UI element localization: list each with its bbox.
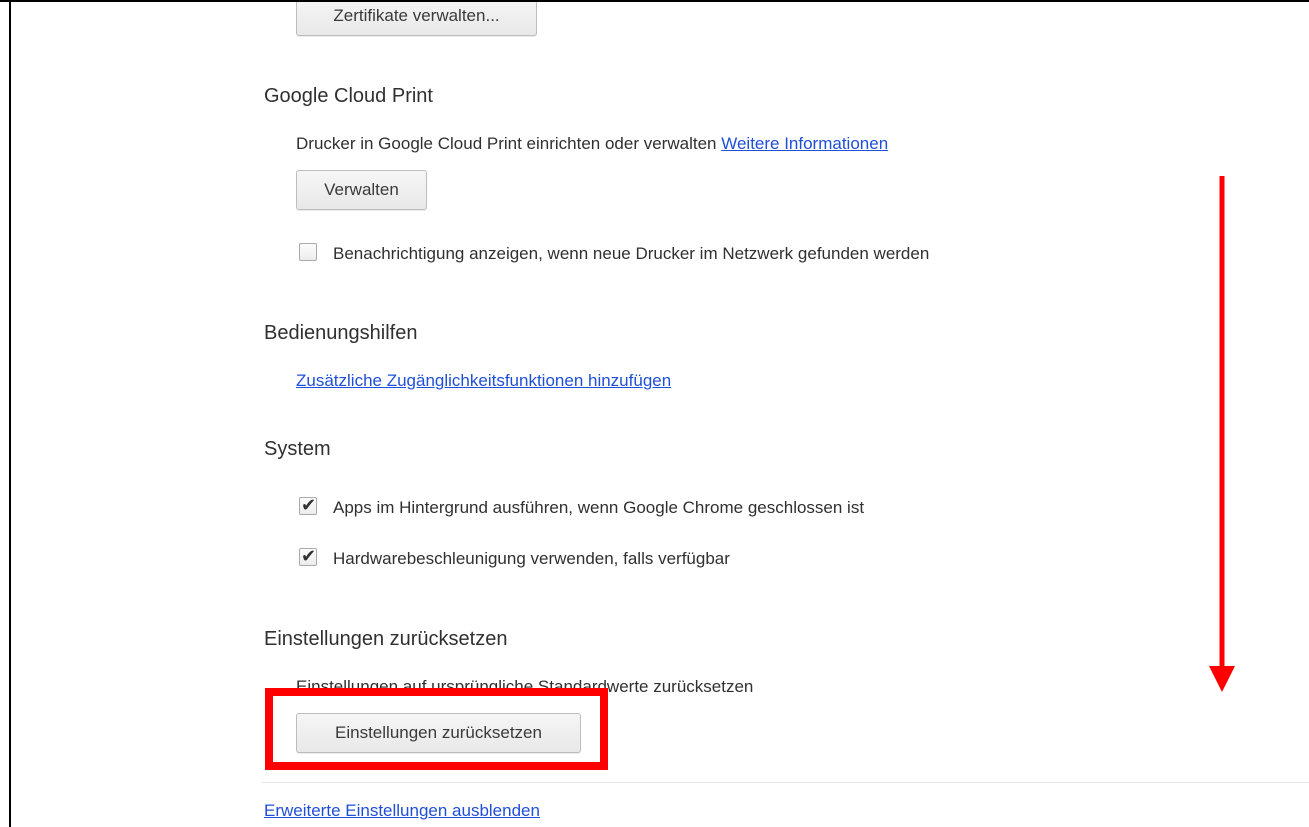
cloud-print-description: Drucker in Google Cloud Print einrichten… (296, 134, 888, 154)
cloud-print-manage-label: Verwalten (324, 180, 399, 199)
more-info-link[interactable]: Weitere Informationen (721, 134, 888, 153)
footer-divider (262, 782, 1309, 783)
notify-printers-label: Benachrichtigung anzeigen, wenn neue Dru… (333, 244, 930, 263)
section-title-accessibility: Bedienungshilfen (264, 322, 418, 344)
manage-certificates-label: Zertifikate verwalten... (333, 6, 500, 25)
cloud-print-description-text: Drucker in Google Cloud Print einrichten… (296, 134, 717, 153)
hardware-acceleration-label: Hardwarebeschleunigung verwenden, falls … (333, 549, 730, 568)
settings-page: Zertifikate verwalten... Google Cloud Pr… (0, 0, 1309, 827)
checkmark-icon: ✔ (301, 546, 317, 566)
background-apps-label: Apps im Hintergrund ausführen, wenn Goog… (333, 498, 865, 517)
page-border (9, 2, 11, 827)
section-title-system: System (264, 438, 331, 460)
hide-advanced-settings-link[interactable]: Erweiterte Einstellungen ausblenden (264, 801, 540, 821)
cloud-print-manage-button[interactable]: Verwalten (296, 170, 427, 210)
section-title-reset: Einstellungen zurücksetzen (264, 628, 508, 650)
add-accessibility-features-link[interactable]: Zusätzliche Zugänglichkeitsfunktionen hi… (296, 371, 671, 391)
notify-printers-checkbox[interactable] (299, 243, 317, 261)
hardware-acceleration-checkbox[interactable]: ✔ (299, 546, 317, 566)
scroll-down-arrow-icon (1209, 176, 1235, 692)
section-title-cloud-print: Google Cloud Print (264, 85, 433, 107)
manage-certificates-button[interactable]: Zertifikate verwalten... (296, 2, 537, 36)
highlight-box (265, 688, 608, 770)
checkmark-icon: ✔ (301, 495, 317, 515)
background-apps-checkbox[interactable]: ✔ (299, 495, 317, 515)
